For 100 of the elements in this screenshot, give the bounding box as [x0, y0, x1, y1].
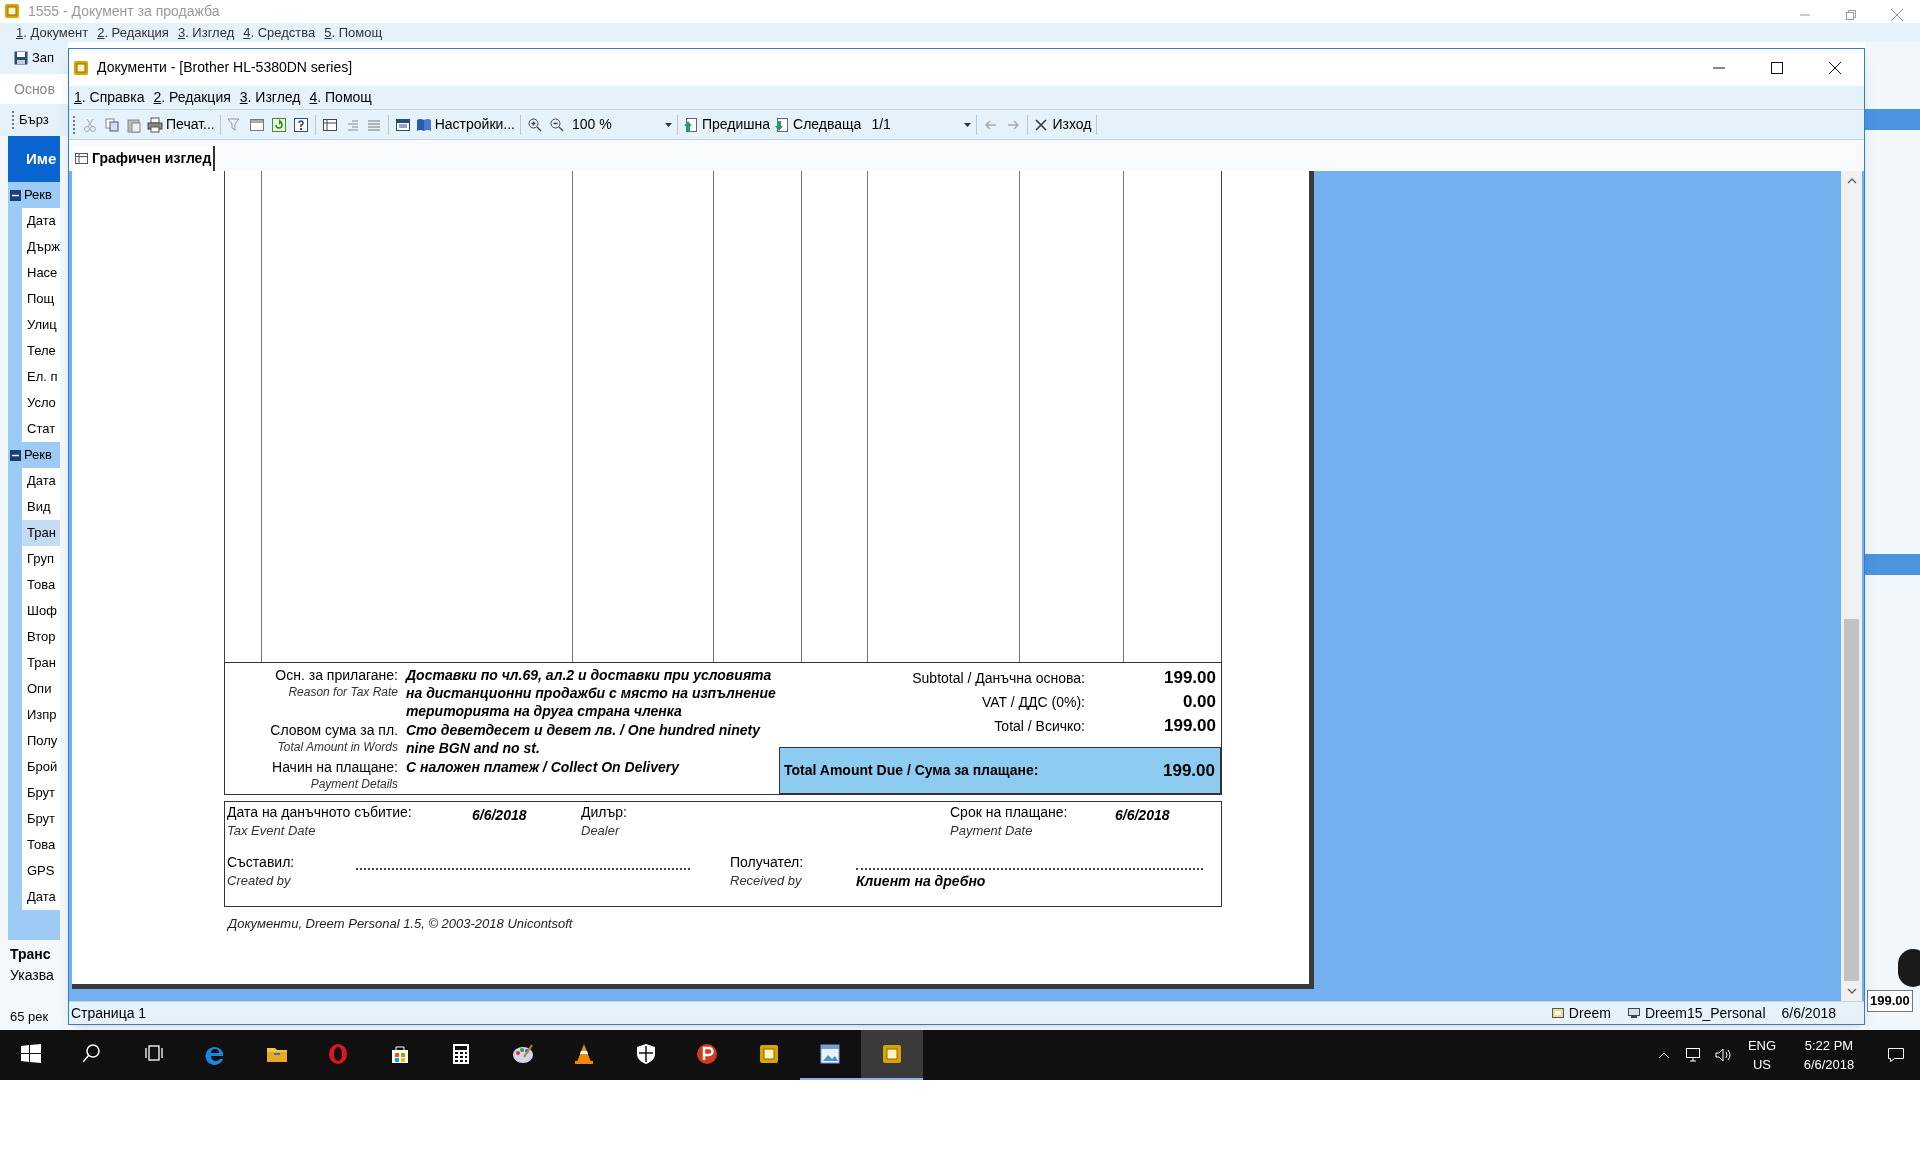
- tree-item[interactable]: Това: [22, 572, 60, 598]
- tree-item[interactable]: Стат: [22, 416, 60, 442]
- quick-bar-label: Бърз: [19, 111, 49, 130]
- tax-event-date: 6/6/2018: [472, 807, 527, 823]
- status-item: Dreem: [1550, 1002, 1611, 1024]
- app-icon: [73, 59, 89, 76]
- menu-item[interactable]: 4. Помощ: [309, 87, 372, 108]
- tree-item[interactable]: Изпр: [22, 702, 60, 728]
- tree-item[interactable]: Дата: [22, 884, 60, 910]
- menu-item[interactable]: 1. Справка: [74, 87, 145, 108]
- field-label: Tax Event Date: [227, 822, 317, 840]
- next-page-button[interactable]: Следваща: [772, 112, 864, 137]
- menu-item[interactable]: 5. Помощ: [324, 22, 383, 42]
- tree-item[interactable]: Брут: [22, 806, 60, 832]
- tax-reason: Доставки по чл.69, ал.2 и доставки при условията на дистанционни продажби с място на изпълнение територията на друга страна членка: [406, 666, 776, 720]
- field-label: Срок на плащане:: [950, 803, 1069, 822]
- field-label: Осн. за прилагане:: [275, 666, 398, 684]
- dropdown-icon: [665, 122, 672, 127]
- tree-item[interactable]: Пощ: [22, 286, 60, 312]
- previous-page-button[interactable]: Предишна: [681, 112, 773, 137]
- total-value: 199.00: [1163, 715, 1217, 738]
- tree-item[interactable]: Брут: [22, 780, 60, 806]
- tab[interactable]: Графичен изглед: [73, 146, 216, 171]
- tree-item[interactable]: Тран: [22, 520, 60, 546]
- total-value: 199.00: [1867, 990, 1913, 1012]
- page-dropdown[interactable]: 1/1: [869, 113, 974, 136]
- table-icon: [75, 152, 88, 165]
- record-count: 65 рек: [10, 1008, 49, 1027]
- window-title: 1555 - Документ за продажба: [28, 1, 220, 21]
- tree-item[interactable]: Дата: [22, 208, 60, 234]
- field-label: Reason for Tax Rate: [288, 684, 398, 701]
- total-value: 199.00: [1162, 759, 1216, 782]
- exit-button[interactable]: Изход: [1031, 112, 1094, 137]
- field-label: Payment Date: [950, 822, 1034, 840]
- tree-item[interactable]: Опи: [22, 676, 60, 702]
- details-title: Транс: [10, 945, 52, 964]
- collapse-icon[interactable]: [10, 449, 21, 461]
- recipient-name: Клиент на дребно: [856, 872, 987, 891]
- field-label: Received by: [730, 872, 803, 890]
- clock[interactable]: 5:22 PM 6/6/2018: [1786, 1036, 1872, 1074]
- tree-item[interactable]: Вид: [22, 494, 60, 520]
- menu-item[interactable]: 4. Средства: [243, 22, 316, 42]
- close-icon: [1033, 116, 1050, 133]
- scrollbar[interactable]: [1841, 171, 1862, 1001]
- field-label: Начин на плащане:: [272, 758, 398, 776]
- payment-due-date: 6/6/2018: [1115, 807, 1170, 823]
- field-label: Съставил:: [227, 853, 296, 872]
- tree-item[interactable]: Усло: [22, 390, 60, 416]
- menu-item[interactable]: 2. Редакция: [97, 22, 169, 42]
- zoom-dropdown[interactable]: 100 %: [570, 113, 674, 136]
- print-button[interactable]: Печат...: [145, 112, 217, 137]
- page-down-icon: [774, 116, 791, 133]
- page-up-icon: [683, 116, 699, 133]
- tree-item[interactable]: Полу: [22, 728, 60, 754]
- database-icon: [1550, 1006, 1565, 1020]
- menu-item[interactable]: 3. Изглед: [177, 22, 235, 42]
- tree-item[interactable]: GPS: [22, 858, 60, 884]
- window-title: Документи - [Brother HL-5380DN series]: [97, 58, 353, 77]
- book-icon: [415, 116, 432, 133]
- collapse-icon[interactable]: [10, 189, 21, 201]
- menu-item[interactable]: 3. Изглед: [239, 87, 301, 108]
- tree-item[interactable]: Това: [22, 832, 60, 858]
- status-item: Dreem15_Personal: [1626, 1002, 1766, 1024]
- field-label: Получател:: [730, 853, 805, 872]
- selected-row: [1865, 109, 1920, 130]
- tree-item[interactable]: Улиц: [22, 312, 60, 338]
- tree-item[interactable]: Шоф: [22, 598, 60, 624]
- total-label: Total Amount Due / Сума за плащане:: [784, 761, 1039, 780]
- tree-group-label: Рекв: [24, 446, 52, 465]
- column-header[interactable]: Име: [8, 136, 60, 182]
- field-label: Total Amount in Words: [277, 739, 398, 756]
- amount-in-words: Сто деветдесет и девет лв. / One hundred ninety nine BGN and no st.: [406, 721, 760, 757]
- total-value: 0.00: [1181, 691, 1217, 714]
- tree-item[interactable]: Насе: [22, 260, 60, 286]
- app-icon: [4, 3, 20, 20]
- tree-item[interactable]: Държ: [22, 234, 60, 260]
- settings-button[interactable]: Настройки...: [413, 112, 517, 137]
- tree-item[interactable]: Дата: [22, 468, 60, 494]
- tree-item[interactable]: Ел. п: [22, 364, 60, 390]
- field-label: Словом сума за пл.: [270, 721, 398, 739]
- save-icon: [14, 51, 28, 65]
- tree-item[interactable]: Втор: [22, 624, 60, 650]
- tree-item[interactable]: Брой: [22, 754, 60, 780]
- language-indicator[interactable]: ENG US: [1738, 1036, 1786, 1074]
- total-label: Subtotal / Данъчна основа:: [911, 668, 1085, 688]
- printer-icon: [147, 116, 163, 133]
- total-value: 199.00: [1163, 667, 1217, 690]
- menu-item[interactable]: 2. Редакция: [153, 87, 231, 108]
- floating-button[interactable]: [1898, 949, 1920, 987]
- field-label: Created by: [227, 872, 292, 890]
- scroll-thumb[interactable]: [1844, 619, 1859, 981]
- details-text: Указва: [10, 966, 55, 985]
- tree-item[interactable]: Тран: [22, 650, 60, 676]
- tree-item[interactable]: Теле: [22, 338, 60, 364]
- field-label: Дилър:: [581, 803, 628, 822]
- field-label: Dealer: [581, 822, 621, 840]
- app-icon[interactable]: [861, 1030, 923, 1080]
- tree-group-label: Рекв: [24, 186, 52, 205]
- menu-item[interactable]: 1. Документ: [16, 22, 89, 42]
- tree-item[interactable]: Груп: [22, 546, 60, 572]
